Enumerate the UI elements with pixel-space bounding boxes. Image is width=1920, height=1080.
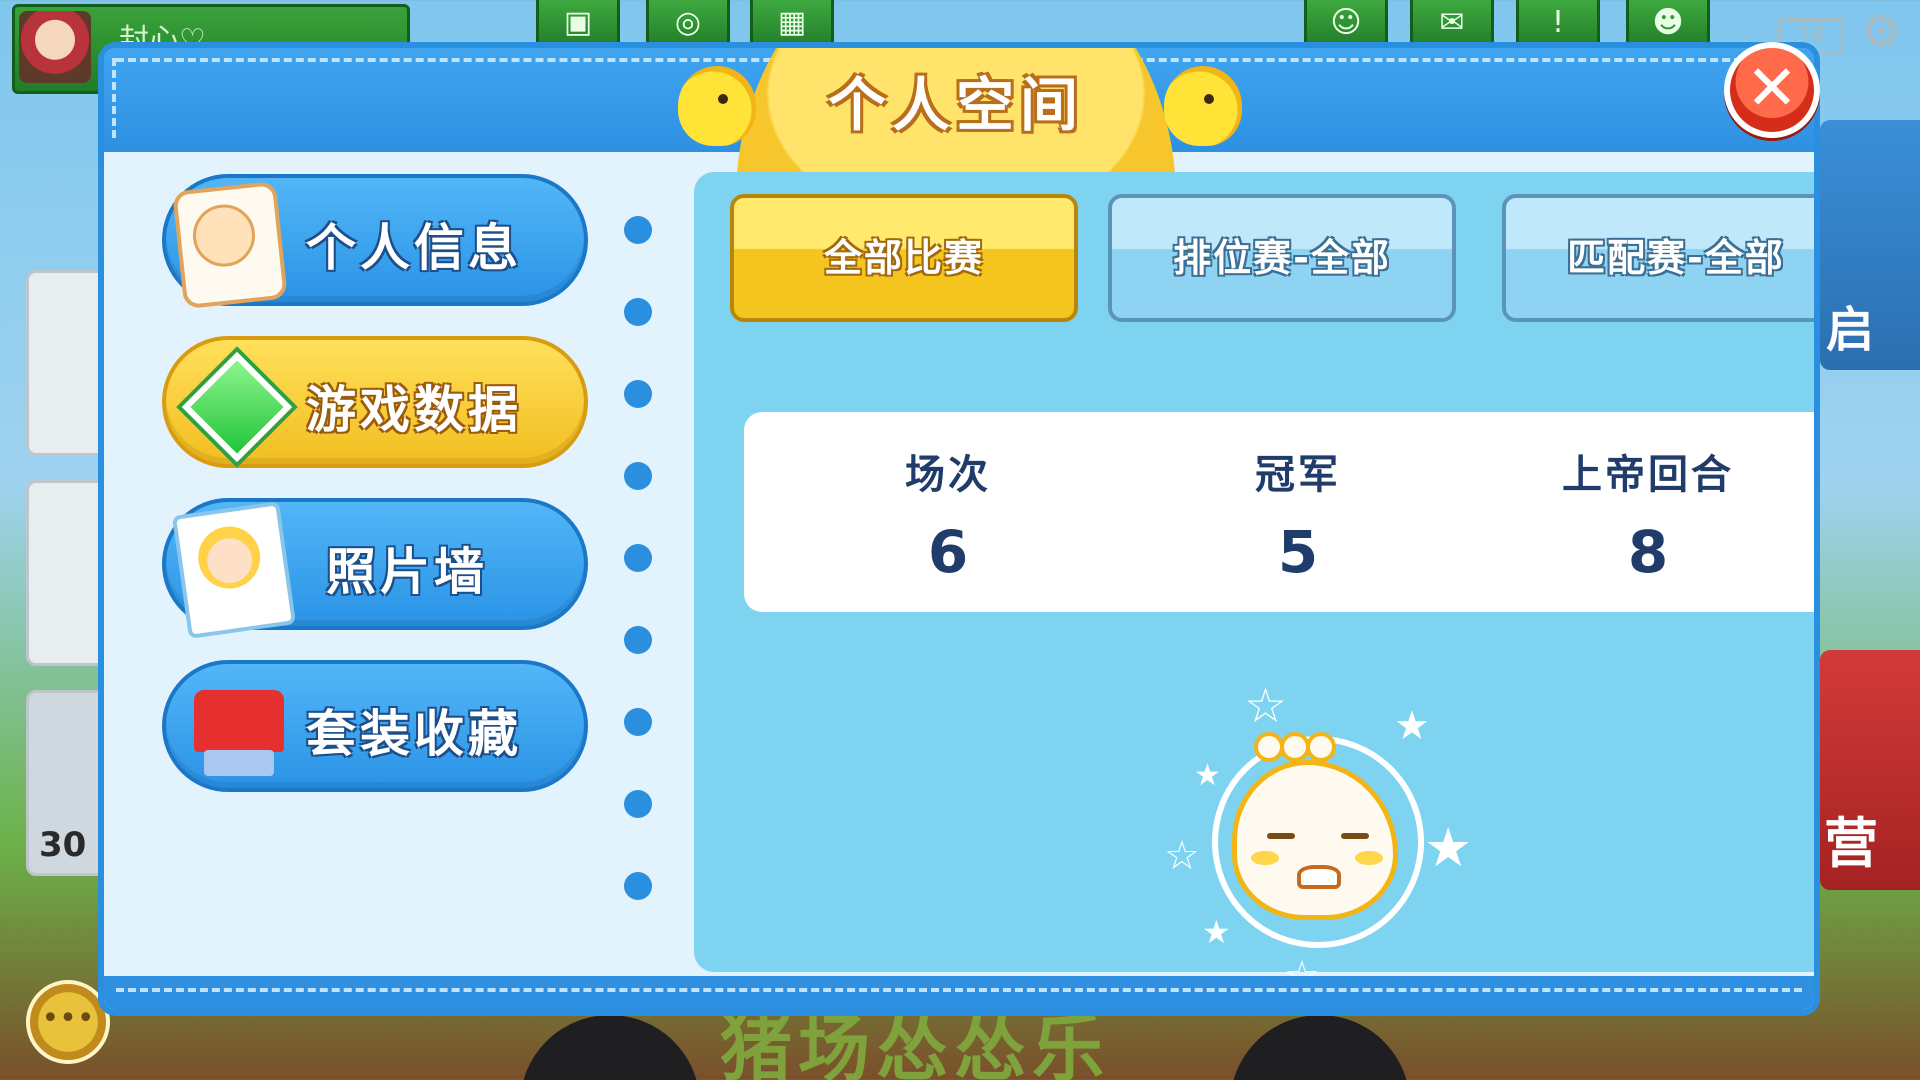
sidebar-item-label: 游戏数据 xyxy=(306,381,522,439)
tab-casual-all[interactable]: 匹配赛-全部 xyxy=(1502,194,1814,322)
sidebar-item-game-data[interactable]: 游戏数据 xyxy=(162,336,588,468)
dialog-footer xyxy=(104,976,1814,1010)
footer-decoration xyxy=(116,988,1802,992)
diamond-icon xyxy=(184,354,280,450)
close-button[interactable]: ✕ xyxy=(1724,42,1820,138)
game-data-panel: 全部比赛 排位赛-全部 匹配赛-全部 场次 6 冠军 5 上帝回合 8 ☆ ★ … xyxy=(694,172,1814,999)
binding-dot xyxy=(624,872,652,900)
binding-dot xyxy=(624,544,652,572)
sidebar-item-label: 套装收藏 xyxy=(306,705,522,763)
dialog-title: 个人空间 xyxy=(827,71,1084,139)
background-event-panel: 营 xyxy=(1820,650,1920,890)
mascot-cheek xyxy=(1251,851,1279,865)
dialog-header: 个人空间 xyxy=(104,48,1814,198)
gear-icon[interactable]: ⚙ xyxy=(1858,8,1904,54)
binding-dot xyxy=(624,626,652,654)
stat-god-rounds: 上帝回合 8 xyxy=(1498,442,1798,586)
mascot-eye xyxy=(1341,833,1369,839)
sidebar-item-outfits[interactable]: 套装收藏 xyxy=(162,660,588,792)
personal-space-dialog: 个人空间 个人信息 游戏数据 照片墙 套装收藏 全部比赛 排位赛-全部 匹配赛-… xyxy=(98,42,1820,1016)
star-icon: ★ xyxy=(1194,758,1221,793)
background-pig xyxy=(1230,1015,1410,1080)
stat-label: 上帝回合 xyxy=(1562,452,1734,498)
stat-value: 6 xyxy=(927,518,969,586)
stat-champions: 冠军 5 xyxy=(1148,442,1448,586)
binding-dot xyxy=(624,462,652,490)
tab-all-matches[interactable]: 全部比赛 xyxy=(730,194,1078,322)
binding-dot xyxy=(624,298,652,326)
background-side-panel: 启 xyxy=(1820,120,1920,370)
player-avatar[interactable] xyxy=(19,11,91,83)
star-icon: ☆ xyxy=(1244,678,1288,734)
mascot-mouth xyxy=(1297,865,1341,889)
tab-ranked-all[interactable]: 排位赛-全部 xyxy=(1108,194,1456,322)
stat-label: 场次 xyxy=(905,452,991,498)
sidebar-item-label: 照片墙 xyxy=(326,543,488,601)
binding-dot xyxy=(624,708,652,736)
star-icon: ★ xyxy=(1202,913,1231,951)
star-icon: ☆ xyxy=(1164,833,1200,879)
header-decoration xyxy=(112,58,116,138)
mascot-bubble xyxy=(1306,732,1336,762)
sidebar-item-label: 个人信息 xyxy=(306,219,522,277)
sidebar-item-photo-wall[interactable]: 照片墙 xyxy=(162,498,588,639)
stat-matches: 场次 6 xyxy=(798,442,1098,586)
photo-icon xyxy=(171,501,297,639)
binding-dots xyxy=(624,216,652,954)
background-card-text: 30 xyxy=(39,825,87,865)
mascot-eye xyxy=(1267,833,1295,839)
outfit-icon xyxy=(186,680,290,776)
stat-label: 冠军 xyxy=(1255,452,1341,498)
binding-dot xyxy=(624,790,652,818)
background-pig xyxy=(520,1015,700,1080)
stat-value: 8 xyxy=(1627,518,1669,586)
binding-dot xyxy=(624,216,652,244)
star-icon: ★ xyxy=(1394,703,1430,749)
binding-dot xyxy=(624,380,652,408)
star-icon: ★ xyxy=(1424,816,1473,879)
stats-card: 场次 6 冠军 5 上帝回合 8 xyxy=(744,412,1814,612)
background-event-text: 营 xyxy=(1824,812,1878,875)
sidebar-item-profile[interactable]: 个人信息 xyxy=(162,174,588,310)
profile-card-icon xyxy=(172,180,288,310)
stat-value: 5 xyxy=(1277,518,1319,586)
background-side-text: 启 xyxy=(1826,302,1875,358)
mascot-cheek xyxy=(1355,851,1383,865)
